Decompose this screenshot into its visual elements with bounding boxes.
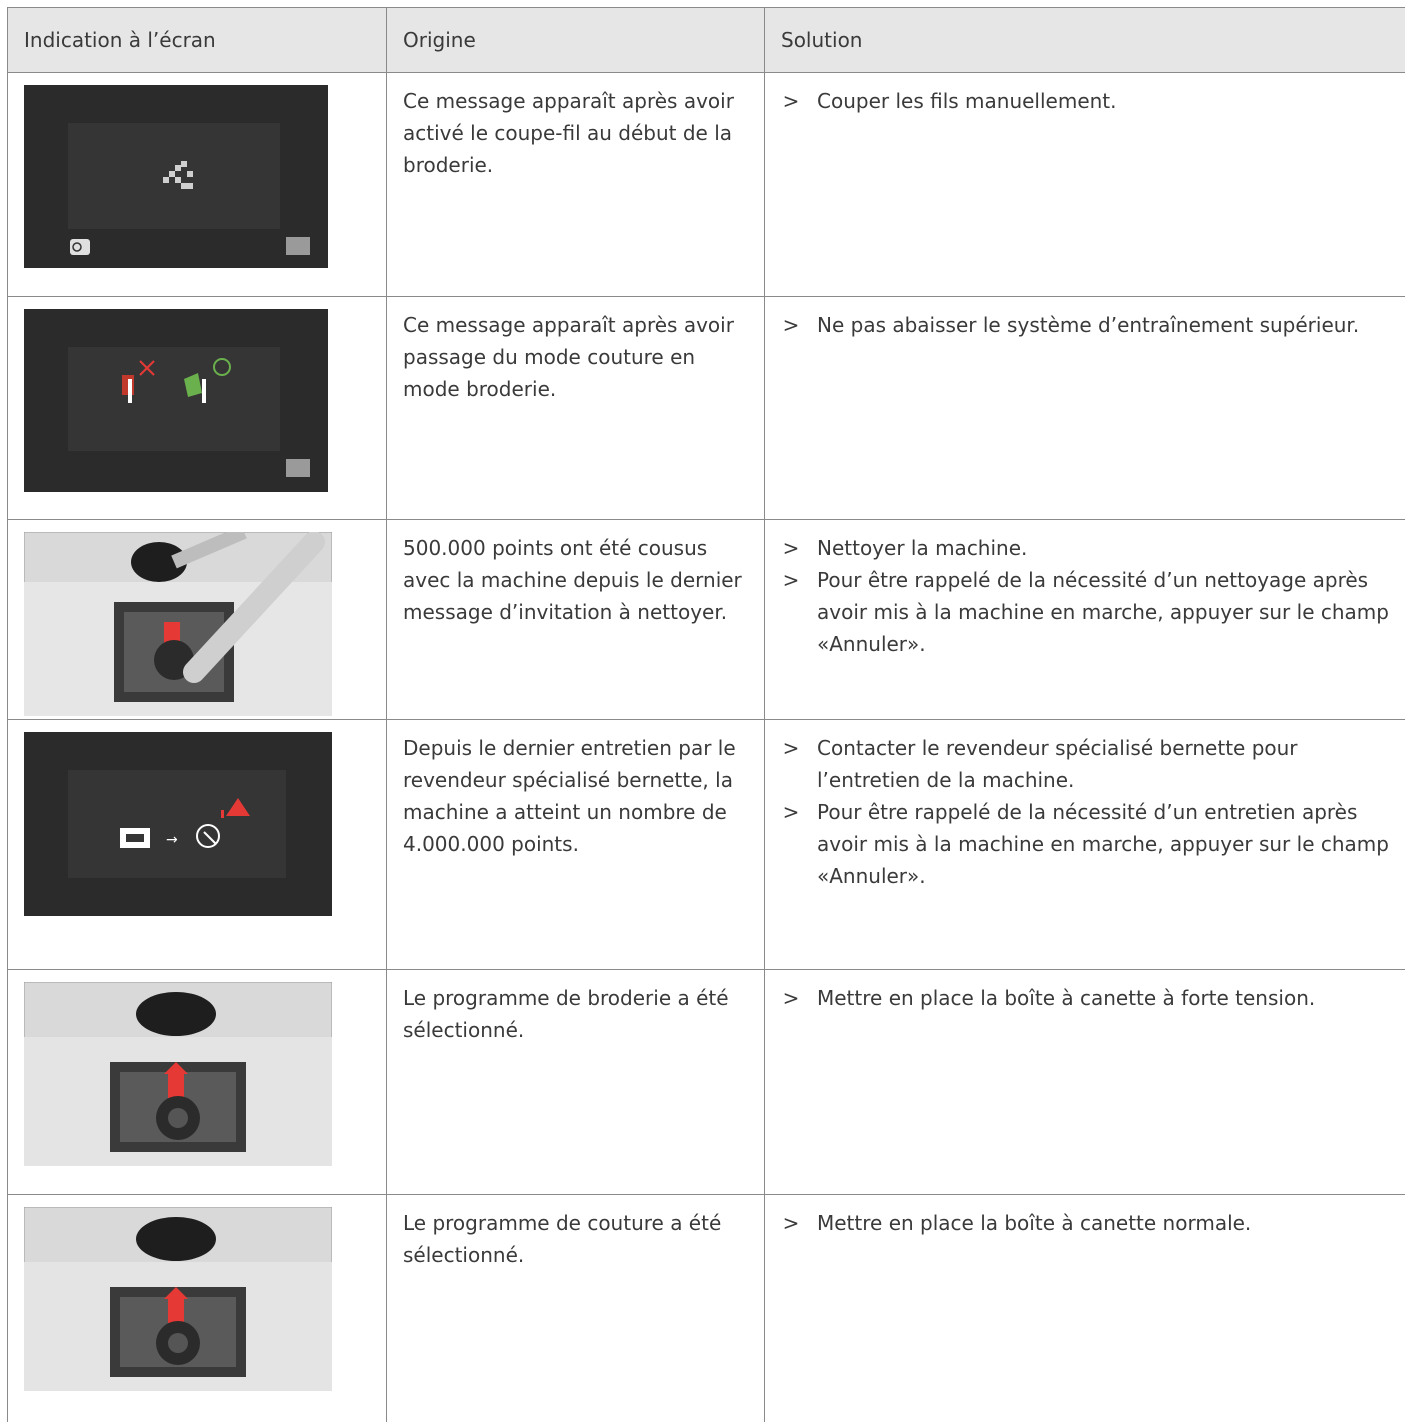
origin-text: Ce message apparaît après avoir activé l…	[386, 73, 764, 297]
solution-item: > Mettre en place la boîte à canette nor…	[782, 1211, 1252, 1235]
solution-item: > Mettre en place la boîte à canette à f…	[782, 986, 1316, 1010]
solution-item: > Pour être rappelé de la nécessité d’un…	[782, 800, 1389, 888]
table-row: Ce message apparaît après avoir activé l…	[7, 72, 1405, 297]
feed-system-screen-image	[24, 309, 331, 492]
table-row: Le programme de broderie a été sélection…	[7, 969, 1405, 1195]
service-screen-image: →	[24, 732, 332, 916]
table-row: Le programme de couture a été sélectionn…	[7, 1194, 1405, 1422]
confirm-icon	[286, 237, 310, 255]
bobbin-case-illustration-image	[24, 1207, 332, 1391]
table-row: Ce message apparaît après avoir passage …	[7, 296, 1405, 520]
confirm-icon	[286, 459, 310, 477]
svg-text:→: →	[166, 832, 178, 848]
header-origine: Origine	[386, 8, 764, 73]
solution-item: > Pour être rappelé de la nécessité d’un…	[782, 568, 1389, 656]
table-header: Indication à l’écran Origine Solution	[7, 7, 1405, 73]
header-indication: Indication à l’écran	[7, 8, 386, 73]
origin-text: Ce message apparaît après avoir passage …	[386, 297, 764, 520]
table-row: 500.000 points ont été cousus avec la ma…	[7, 519, 1405, 720]
origin-text: Depuis le dernier entretien par le reven…	[386, 720, 764, 970]
cleaning-illustration-image	[24, 532, 332, 716]
solution-item: > Ne pas abaisser le système d’entraînem…	[782, 313, 1360, 337]
origin-text: 500.000 points ont été cousus avec la ma…	[386, 520, 764, 720]
solution-item: > Nettoyer la machine.	[782, 536, 1028, 560]
solution-item: > Couper les fils manuellement.	[765, 85, 1397, 117]
origin-text: Le programme de broderie a été sélection…	[386, 970, 764, 1195]
origin-text: Le programme de couture a été sélectionn…	[386, 1195, 764, 1422]
table-row: → Depuis le dernier entretien par le rev…	[7, 719, 1405, 970]
bobbin-case-illustration-image	[24, 982, 332, 1166]
solution-item: > Contacter le revendeur spécialisé bern…	[782, 736, 1298, 792]
bullet-glyph: >	[782, 89, 800, 113]
header-solution: Solution	[764, 8, 1405, 73]
thread-cutter-screen-image	[24, 85, 331, 268]
